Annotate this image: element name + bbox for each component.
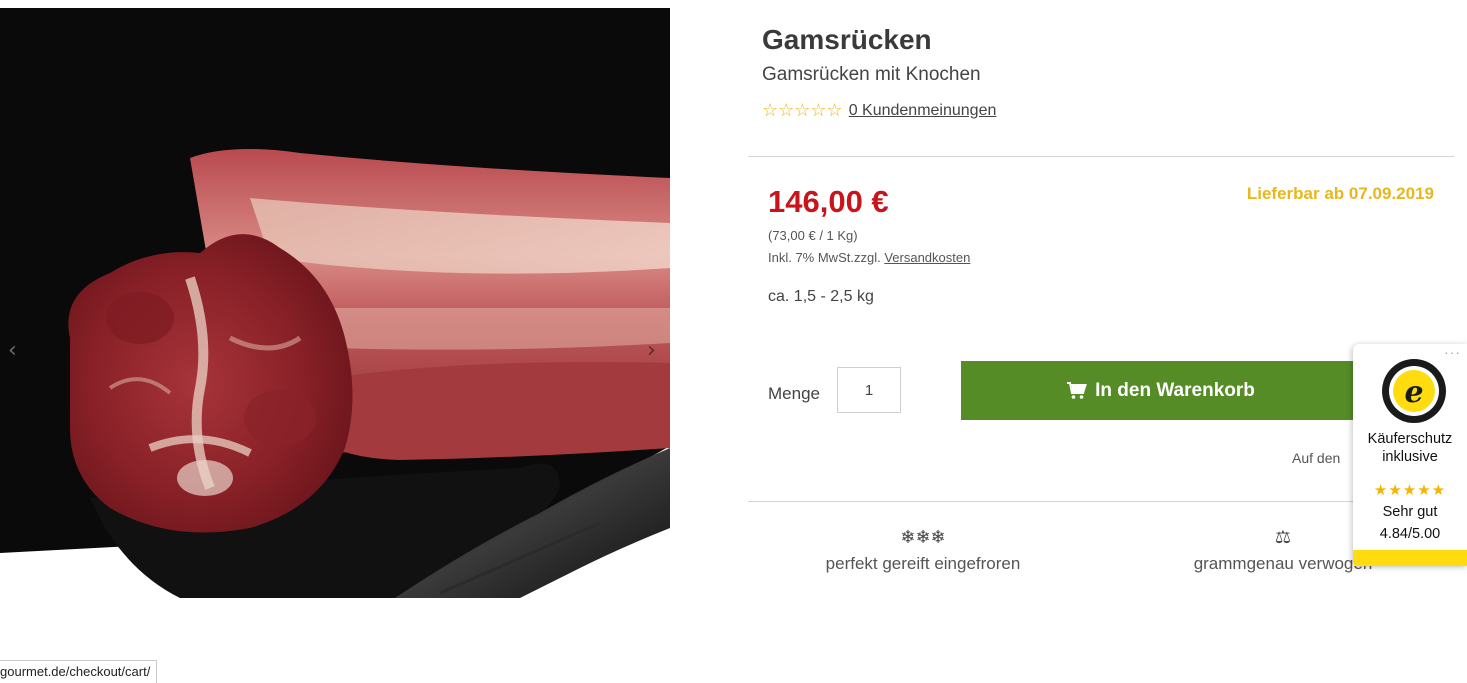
snowflake-icon: ❄❄❄ xyxy=(900,527,946,548)
product-weight: ca. 1,5 - 2,5 kg xyxy=(768,288,874,305)
unit-price: (73,00 € / 1 Kg) xyxy=(768,228,858,243)
rating-row: ☆☆☆☆☆ 0 Kundenmeinungen xyxy=(762,100,996,121)
rating-stars-icon: ★★★★★ xyxy=(1353,481,1467,503)
carousel-next-icon[interactable]: › xyxy=(647,338,656,363)
rating-grade: Sehr gut xyxy=(1382,504,1438,520)
product-price: 146,00 € xyxy=(768,184,889,219)
product-image: ‹ › xyxy=(0,8,670,598)
shipping-costs-link[interactable]: Versandkosten xyxy=(884,250,970,265)
empty-stars-icon: ☆☆☆☆☆ xyxy=(762,100,843,121)
wishlist-link[interactable]: Auf den xyxy=(1292,450,1340,466)
reviews-link[interactable]: 0 Kundenmeinungen xyxy=(849,102,997,120)
meat-photo xyxy=(0,8,670,598)
divider xyxy=(748,156,1454,157)
protection-line-2: inklusive xyxy=(1382,449,1438,465)
product-title: Gamsrücken xyxy=(762,24,932,55)
protection-line-1: Käuferschutz xyxy=(1367,431,1453,447)
trusted-shops-badge[interactable]: ··· e Käuferschutz inklusive ★★★★★ Sehr … xyxy=(1353,344,1467,566)
tax-info: Inkl. 7% MwSt.zzgl. Versandkosten xyxy=(768,250,970,265)
cart-icon xyxy=(1067,381,1087,399)
add-to-cart-label: In den Warenkorb xyxy=(1095,379,1255,401)
seal-letter: e xyxy=(1404,375,1423,410)
quantity-label: Menge xyxy=(768,384,820,403)
rating-score: 4.84/5.00 xyxy=(1379,526,1441,542)
tax-text: Inkl. 7% MwSt.zzgl. xyxy=(768,250,881,265)
buyer-protection-text: Käuferschutz inklusive xyxy=(1353,430,1467,466)
availability-status: Lieferbar ab 07.09.2019 xyxy=(1246,184,1434,203)
status-bar-url: gourmet.de/checkout/cart/ xyxy=(0,660,158,683)
feature-frozen: ❄❄❄ perfekt gereift eingefroren xyxy=(808,528,1038,574)
trusted-shops-seal-icon: e xyxy=(1382,359,1446,423)
quantity-input[interactable] xyxy=(837,367,901,413)
divider xyxy=(748,501,1454,502)
product-subtitle: Gamsrücken mit Knochen xyxy=(762,64,981,85)
add-to-cart-button[interactable]: In den Warenkorb xyxy=(961,361,1361,420)
product-details: Gamsrücken Gamsrücken mit Knochen ☆☆☆☆☆ … xyxy=(748,0,1454,683)
carousel-prev-icon[interactable]: ‹ xyxy=(8,338,17,363)
badge-footer xyxy=(1353,550,1467,566)
feature-text: perfekt gereift eingefroren xyxy=(825,554,1021,573)
